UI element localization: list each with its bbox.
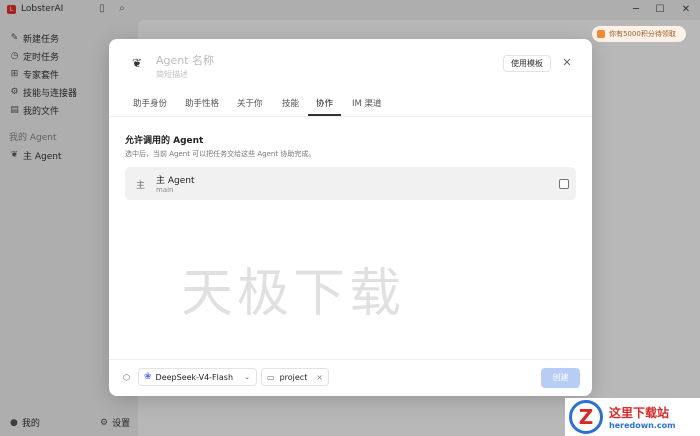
close-icon[interactable]: ✕: [560, 56, 574, 70]
tab-im-channels[interactable]: IM 渠道: [352, 94, 382, 116]
agent-avatar-icon[interactable]: ❦: [129, 55, 145, 71]
tab-skills[interactable]: 技能: [282, 94, 299, 116]
agent-description-field[interactable]: 简短描述: [156, 69, 188, 80]
project-label: project: [279, 372, 308, 382]
points-badge-label: 你有5000积分待领取: [609, 30, 676, 38]
model-select-label: DeepSeek-V4-Flash: [155, 372, 234, 382]
section-description: 选中后，当前 Agent 可以把任务交给这些 Agent 协助完成。: [125, 150, 316, 158]
section-title: 允许调用的 Agent: [125, 136, 204, 146]
agent-name-field[interactable]: Agent 名称: [156, 52, 214, 68]
points-badge[interactable]: 你有5000积分待领取: [592, 26, 686, 42]
deepseek-icon: ❀: [144, 372, 152, 382]
create-button[interactable]: 创建: [541, 368, 580, 388]
agent-id: main: [156, 186, 174, 194]
cube-icon[interactable]: ⬡: [123, 373, 130, 382]
tab-about-you[interactable]: 关于你: [237, 94, 263, 116]
agent-name: 主 Agent: [156, 176, 195, 186]
chevron-down-icon: ⌄: [244, 373, 250, 381]
project-chip[interactable]: ▭ project ×: [261, 368, 329, 386]
tab-collaboration[interactable]: 协作: [308, 94, 342, 116]
agent-create-dialog: ❦ Agent 名称 简短描述 使用模板 ✕ 助手身份 助手性格 关于你 技能 …: [109, 39, 592, 396]
footer-divider: [109, 359, 592, 360]
tab-divider: [109, 116, 592, 117]
watermark-text: 天极下载: [181, 264, 406, 324]
site-logo-badge: Z: [569, 400, 603, 434]
tab-identity[interactable]: 助手身份: [133, 94, 167, 116]
site-watermark-logo: Z 这里下载站 heredown.com: [565, 398, 700, 436]
site-logo-name: 这里下载站: [609, 406, 670, 420]
agent-checkbox[interactable]: [559, 179, 569, 189]
tab-personality[interactable]: 助手性格: [185, 94, 219, 116]
remove-project-icon[interactable]: ×: [316, 373, 323, 382]
gift-icon: [597, 30, 605, 38]
list-item[interactable]: 主 主 Agent main: [125, 167, 576, 200]
use-template-button[interactable]: 使用模板: [503, 55, 551, 72]
site-logo-domain: heredown.com: [609, 421, 676, 430]
folder-icon: ▭: [267, 372, 275, 382]
agent-icon: 主: [136, 181, 146, 191]
model-select[interactable]: ❀ DeepSeek-V4-Flash ⌄: [138, 368, 257, 386]
